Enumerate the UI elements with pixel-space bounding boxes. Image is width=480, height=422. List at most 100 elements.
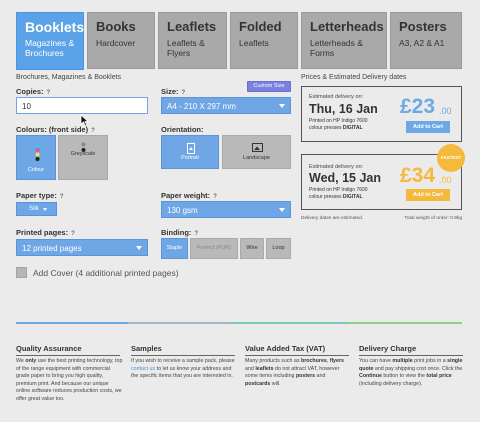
tab-folded[interactable]: Folded Leaflets — [230, 12, 298, 69]
price: £34 — [400, 164, 436, 187]
colour-option-label: Colour — [27, 167, 45, 173]
orientation-label: Orientation: — [161, 125, 204, 134]
tab-letterheads[interactable]: Letterheads Letterheads & Forms — [301, 12, 387, 69]
add-cover-checkbox[interactable] — [16, 267, 27, 278]
divider-green — [348, 322, 462, 324]
printer-line-2: colour presses — [309, 193, 342, 200]
footer-underline — [16, 355, 120, 356]
printer-info: Printed on HP Indigo 7600 colour presses… — [309, 118, 368, 131]
estimated-delivery-label: Estimated delivery on: — [309, 94, 364, 100]
tab-title: Books — [96, 19, 136, 34]
help-icon[interactable]: ? — [47, 90, 51, 96]
samples-title: Samples — [131, 344, 162, 353]
size-select[interactable]: A4 - 210 X 297 mm — [161, 97, 291, 114]
help-icon[interactable]: ? — [60, 194, 64, 200]
quality-assurance-title: Quality Assurance — [16, 344, 82, 353]
vat-title: Value Added Tax (VAT) — [245, 344, 326, 353]
delivery-charge-text: You can have multiple print jobs in a si… — [359, 358, 463, 387]
copies-label: Copies:? — [16, 87, 50, 96]
chevron-down-icon — [279, 208, 285, 212]
binding-loop[interactable]: Loop — [266, 238, 291, 259]
colours-label: Colours: (front side)? — [16, 125, 95, 134]
press-type: DIGITAL — [342, 124, 363, 131]
vat-text: Many products such as brochures, flyers … — [245, 358, 344, 387]
delivery-option-1: Estimated delivery on: Thu, 16 Jan Print… — [301, 86, 462, 142]
tab-subtitle: Leaflets & Flyers — [167, 38, 205, 58]
tab-title: Leaflets — [167, 19, 217, 34]
press-type: DIGITAL — [342, 193, 363, 200]
estimated-delivery-label: Estimated delivery on: — [309, 164, 364, 170]
help-icon[interactable]: ? — [194, 231, 198, 237]
tab-title: Folded — [239, 19, 282, 34]
delivery-date: Thu, 16 Jan — [309, 102, 378, 116]
custom-size-button[interactable]: Custom Size — [247, 81, 291, 92]
divider-grey — [128, 322, 231, 324]
landscape-option[interactable]: Landscape — [222, 135, 291, 169]
footer-underline — [359, 355, 463, 356]
chevron-down-icon — [43, 208, 47, 211]
landscape-page-icon — [252, 143, 263, 152]
paper-weight-value: 130 gsm — [167, 206, 198, 215]
divider-blue — [16, 322, 128, 324]
copies-label-text: Copies: — [16, 87, 44, 96]
printed-pages-select[interactable]: 12 printed pages — [16, 239, 148, 256]
tab-booklets[interactable]: Booklets Magazines & Brochures — [16, 12, 84, 70]
portrait-option[interactable]: Portrait — [161, 135, 219, 169]
tab-title: Letterheads — [310, 19, 384, 34]
add-to-cart-button[interactable]: Add to Cart — [406, 121, 450, 133]
paper-type-value: Silk — [29, 206, 39, 212]
breadcrumb: Brochures, Magazines & Booklets — [16, 74, 122, 81]
paper-weight-select[interactable]: 130 gsm — [161, 201, 291, 218]
printer-line-1: Printed on HP Indigo 7600 — [309, 118, 368, 124]
tab-books[interactable]: Books Hardcover — [87, 12, 155, 69]
footer-underline — [245, 355, 349, 356]
colour-dots-icon — [35, 143, 40, 161]
divider-teal — [231, 322, 348, 324]
prices-heading: Prices & Estimated Delivery dates — [301, 74, 407, 81]
tab-subtitle: Letterheads & Forms — [310, 38, 363, 58]
paper-type-label: Paper type:? — [16, 191, 64, 200]
price-pence: .00 — [439, 106, 452, 116]
help-icon[interactable]: ? — [213, 194, 217, 200]
chevron-down-icon — [279, 104, 285, 108]
binding-label: Binding:? — [161, 228, 198, 237]
colour-option[interactable]: Colour — [16, 135, 56, 180]
tab-leaflets[interactable]: Leaflets Leaflets & Flyers — [158, 12, 227, 69]
paper-weight-label-text: Paper weight: — [161, 191, 211, 200]
binding-staple[interactable]: Staple — [161, 238, 188, 259]
contact-us-link[interactable]: contact us — [131, 366, 155, 372]
copies-input[interactable]: 10 — [16, 97, 148, 114]
landscape-option-label: Landscape — [243, 155, 270, 161]
help-icon[interactable]: ? — [91, 128, 95, 134]
paper-type-select[interactable]: Silk — [16, 202, 57, 216]
help-icon[interactable]: ? — [182, 90, 186, 96]
printed-pages-label: Printed pages:? — [16, 228, 75, 237]
printed-pages-label-text: Printed pages: — [16, 228, 69, 237]
binding-perfect-pur[interactable]: Perfect (PUR) — [190, 238, 238, 259]
tab-subtitle: A3, A2 & A1 — [399, 38, 445, 48]
fastest-badge: FASTEST — [437, 144, 465, 172]
delivery-charge-title: Delivery Charge — [359, 344, 417, 353]
tab-title: Posters — [399, 19, 447, 34]
price-pence: .00 — [439, 175, 452, 185]
tab-title: Booklets — [25, 19, 85, 35]
samples-text: If you wish to receive a sample pack, pl… — [131, 358, 235, 379]
add-to-cart-button[interactable]: Add to Cart — [406, 189, 450, 201]
printed-pages-value: 12 printed pages — [22, 244, 82, 253]
paper-type-label-text: Paper type: — [16, 191, 57, 200]
add-cover-label: Add Cover (4 additional printed pages) — [33, 268, 179, 278]
greyscale-option-label: Greyscale — [70, 151, 96, 157]
portrait-option-label: Portrait — [181, 155, 199, 161]
footer-underline — [131, 355, 235, 356]
greyscale-option[interactable]: Greyscale — [58, 135, 108, 180]
tab-posters[interactable]: Posters A3, A2 & A1 — [390, 12, 462, 69]
total-weight: Total weight of order: 0.9kg — [404, 216, 462, 221]
portrait-page-icon — [187, 143, 195, 154]
help-icon[interactable]: ? — [71, 231, 75, 237]
delivery-note: Delivery dates are estimated. — [301, 216, 364, 221]
delivery-date: Wed, 15 Jan — [309, 171, 382, 185]
binding-wire[interactable]: Wire — [240, 238, 264, 259]
price: £23 — [400, 95, 436, 118]
size-value: A4 - 210 X 297 mm — [167, 102, 236, 111]
printer-info: Printed on HP Indigo 7600 colour presses… — [309, 187, 368, 200]
